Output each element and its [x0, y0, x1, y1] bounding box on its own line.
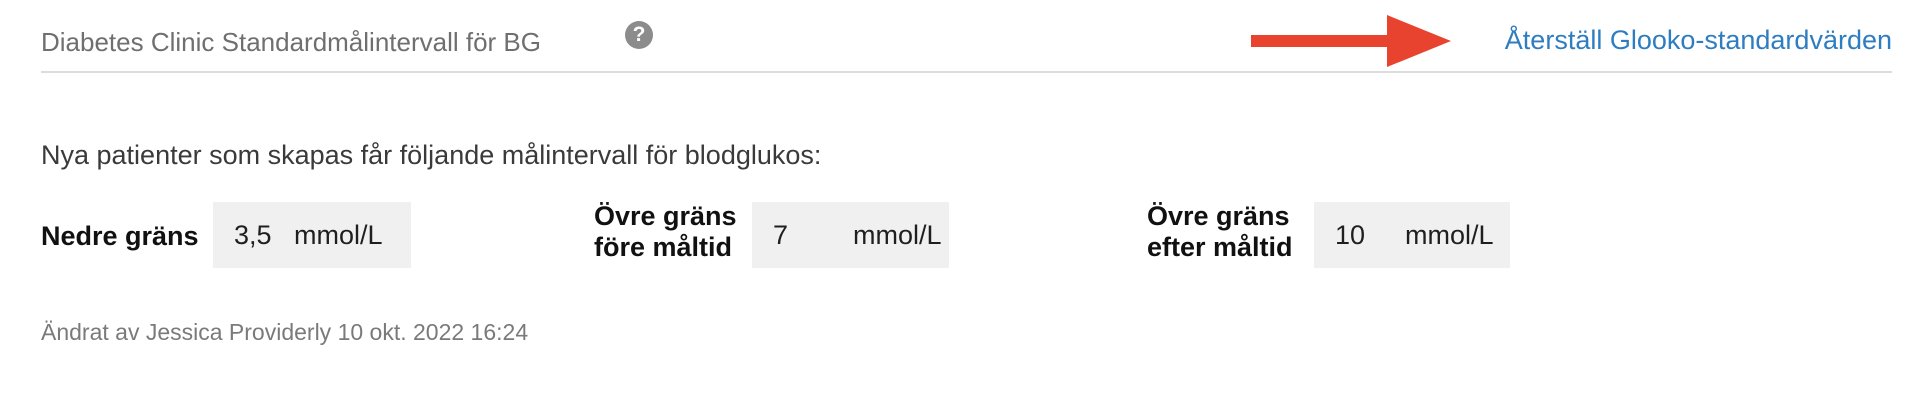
upper-limit-after-meal-input[interactable]: [1335, 215, 1395, 255]
red-arrow-annotation: [1251, 15, 1451, 67]
upper-limit-after-meal-unit: mmol/L: [1405, 219, 1494, 250]
lower-limit-label: Nedre gräns: [41, 221, 199, 252]
upper-limit-after-meal-label-line2: efter måltid: [1147, 232, 1293, 262]
upper-limit-before-meal-label-line1: Övre gräns: [594, 201, 737, 231]
upper-limit-after-meal-field[interactable]: mmol/L: [1314, 202, 1510, 268]
intro-text: Nya patienter som skapas får följande må…: [41, 140, 822, 170]
lower-limit-field[interactable]: mmol/L: [213, 202, 411, 268]
last-modified-note: Ändrat av Jessica Providerly 10 okt. 202…: [41, 319, 529, 345]
upper-limit-before-meal-label: Övre gräns före måltid: [594, 201, 737, 263]
upper-limit-after-meal-label-line1: Övre gräns: [1147, 201, 1290, 231]
question-circle-icon[interactable]: ?: [625, 21, 653, 49]
section-header: Diabetes Clinic Standardmålintervall för…: [41, 0, 1892, 73]
lower-limit-unit: mmol/L: [294, 219, 383, 250]
upper-limit-before-meal-input[interactable]: [773, 215, 833, 255]
lower-limit-label-line1: Nedre gräns: [41, 221, 199, 251]
upper-limit-before-meal-label-line2: före måltid: [594, 232, 733, 262]
upper-limit-before-meal-field[interactable]: mmol/L: [752, 202, 949, 268]
upper-limit-after-meal-label: Övre gräns efter måltid: [1147, 201, 1293, 263]
reset-glooko-defaults-link[interactable]: Återställ Glooko-standardvärden: [1505, 25, 1892, 56]
lower-limit-input[interactable]: [234, 215, 294, 255]
upper-limit-before-meal-unit: mmol/L: [853, 219, 942, 250]
section-title: Diabetes Clinic Standardmålintervall för…: [41, 27, 541, 57]
